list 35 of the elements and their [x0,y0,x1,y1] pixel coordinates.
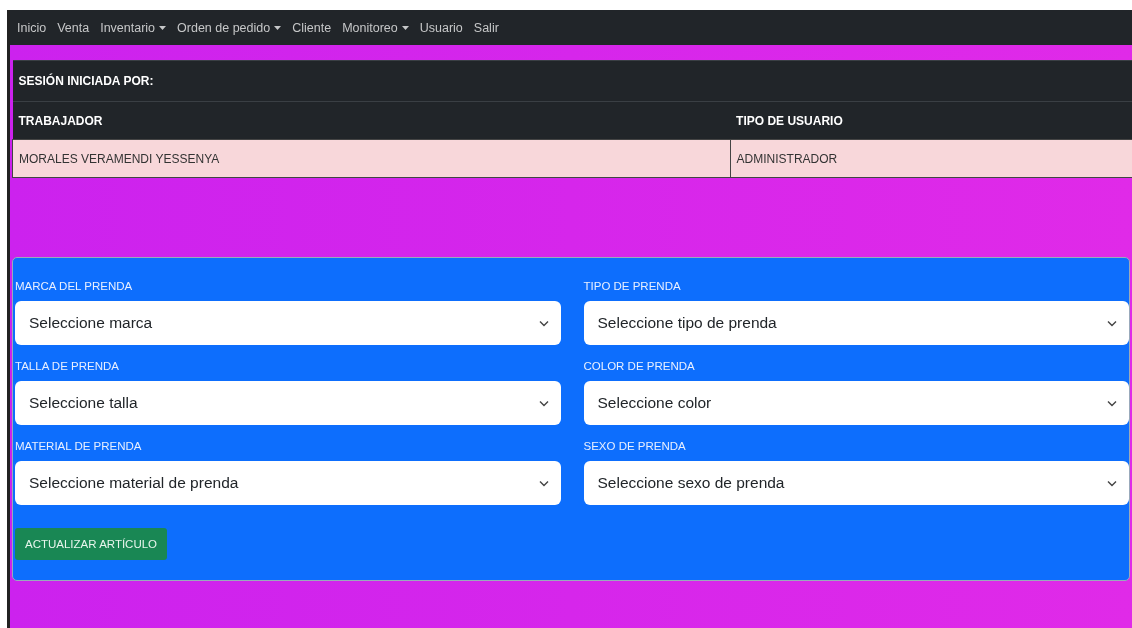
nav-link[interactable]: Venta [56,18,91,37]
select-field[interactable]: Seleccione color [583,381,1129,425]
chevron-down-icon [1107,479,1117,487]
select-field[interactable]: Seleccione tipo de prenda [583,301,1129,345]
field-label: TIPO DE PRENDA [583,280,681,292]
chevron-down-icon [1107,319,1117,327]
nav-link[interactable]: Inicio [16,18,48,37]
field-label: TALLA DE PRENDA [15,360,119,372]
select-field[interactable]: Seleccione material de prenda [15,461,561,505]
chevron-down-icon [538,319,549,327]
column-header: TRABAJADOR [12,101,731,140]
select-field[interactable]: Seleccione sexo de prenda [583,461,1129,505]
table-cell: MORALES VERAMENDI YESSENYA [12,139,731,178]
caret-down-icon [401,25,409,30]
column-header: TIPO DE USUARIO [730,101,1132,140]
caret-down-icon [159,25,167,30]
nav-link[interactable]: Cliente [291,18,333,37]
field-label: COLOR DE PRENDA [583,360,695,372]
chevron-down-icon [1107,399,1117,407]
chevron-down-icon [538,399,549,407]
update-button[interactable]: ACTUALIZAR ARTÍCULO [15,528,168,560]
nav-link[interactable]: Orden de pedido [176,18,283,37]
table-cell: ADMINISTRADOR [730,139,1132,178]
nav-link[interactable]: Monitoreo [341,18,410,37]
table-title: SESIÓN INICIADA POR: [18,74,154,88]
select-field[interactable]: Seleccione talla [15,381,561,425]
select-field[interactable]: Seleccione marca [15,301,561,345]
caret-down-icon [274,25,282,30]
field-label: MARCA DEL PRENDA [15,280,133,292]
nav-link[interactable]: Salir [472,18,500,37]
chevron-down-icon [538,479,549,487]
field-label: MATERIAL DE PRENDA [15,440,142,452]
field-label: SEXO DE PRENDA [583,440,686,452]
nav-link[interactable]: Inventario [99,18,168,37]
nav-link[interactable]: Usuario [418,18,464,37]
